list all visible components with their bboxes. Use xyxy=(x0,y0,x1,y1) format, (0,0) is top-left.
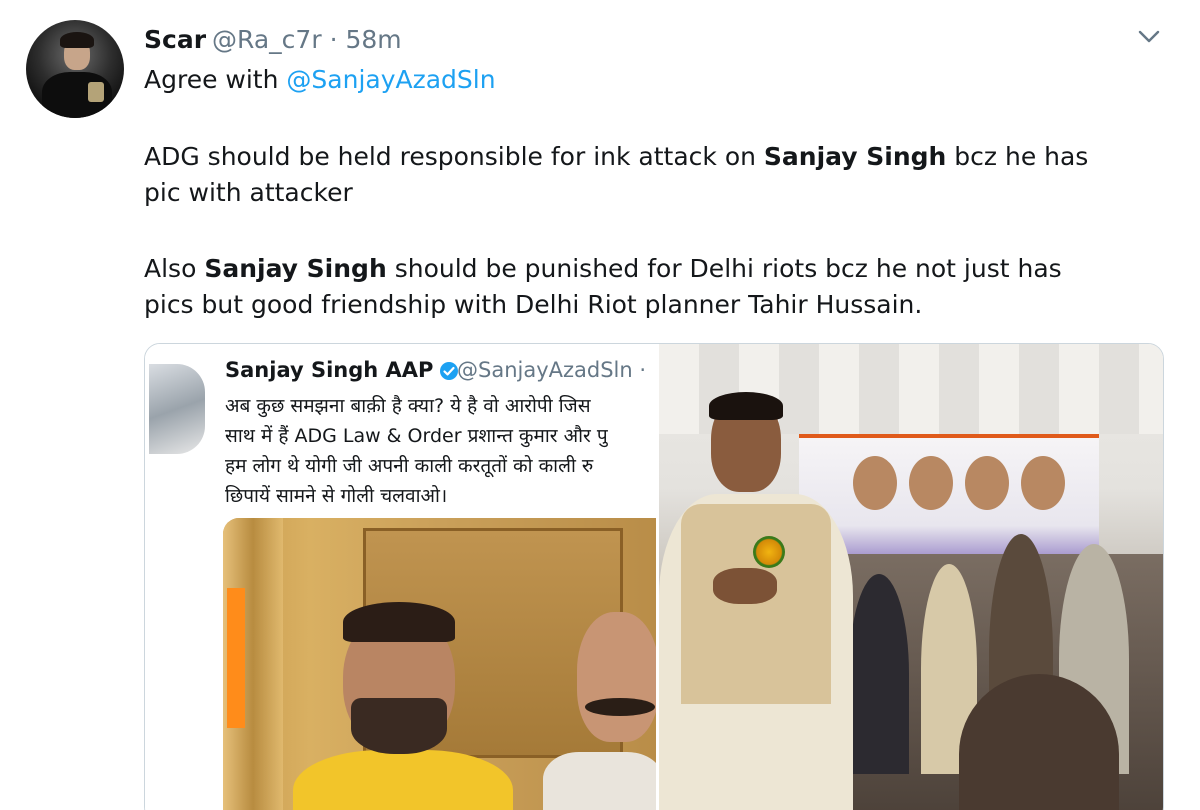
embedded-photo xyxy=(223,518,656,810)
mention-link[interactable]: @SanjayAzadSln xyxy=(286,65,495,94)
tweet-text-line-2: ADG should be held responsible for ink a… xyxy=(144,142,1089,171)
tweet-media[interactable]: Sanjay Singh AAP @SanjayAzadSln · अब कुछ… xyxy=(144,343,1164,810)
embedded-text-line-2: साथ में हैं ADG Law & Order प्रशान्त कुम… xyxy=(225,425,608,447)
event-photo[interactable] xyxy=(659,344,1163,810)
author-handle[interactable]: @Ra_c7r xyxy=(212,25,322,54)
author-name[interactable]: Scar xyxy=(144,25,206,54)
tweet: Scar @Ra_c7r · 58m Agree with @SanjayAzad… xyxy=(0,0,1200,810)
tweet-text-line-5: pics but good friendship with Delhi Riot… xyxy=(144,290,923,319)
author-avatar[interactable] xyxy=(26,20,124,118)
embedded-text-line-4: छिपायें सामने से गोली चलवाओ। xyxy=(225,485,448,507)
tweet-timestamp[interactable]: 58m xyxy=(345,25,401,54)
header-separator: · xyxy=(329,25,338,54)
tweet-header: Scar @Ra_c7r · 58m xyxy=(144,24,402,56)
embedded-author-handle: @SanjayAzadSln · xyxy=(457,358,647,382)
embedded-author-name: Sanjay Singh AAP xyxy=(225,358,459,382)
embedded-text-line-3: हम लोग थे योगी जी अपनी काली करतूतों को क… xyxy=(225,455,594,477)
chevron-down-icon[interactable] xyxy=(1136,26,1162,46)
embedded-tweet-screenshot[interactable]: Sanjay Singh AAP @SanjayAzadSln · अब कुछ… xyxy=(145,344,656,810)
tweet-text-line-4: Also Sanjay Singh should be punished for… xyxy=(144,254,1062,283)
tweet-text-line-3: pic with attacker xyxy=(144,178,353,207)
tweet-text-line-1: Agree with @SanjayAzadSln xyxy=(144,65,496,94)
embedded-avatar xyxy=(149,364,205,454)
embedded-text-line-1: अब कुछ समझना बाक़ी है क्या? ये है वो आरो… xyxy=(225,395,591,417)
